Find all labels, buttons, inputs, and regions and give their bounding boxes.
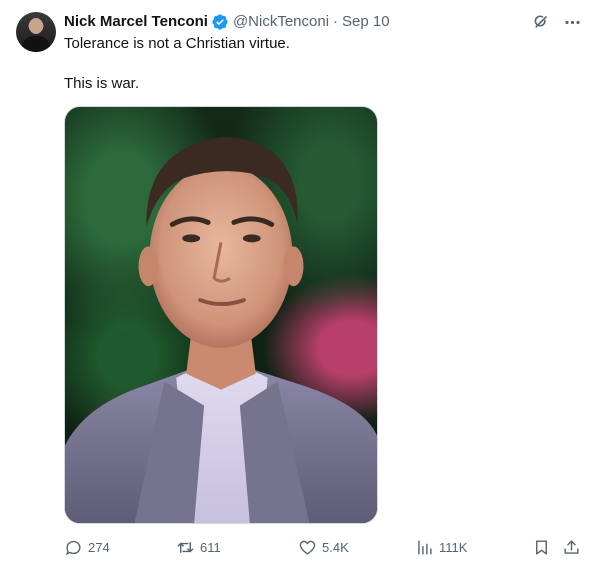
more-icon[interactable]: [562, 12, 582, 32]
tweet-text-line: Tolerance is not a Christian virtue.: [64, 35, 290, 52]
avatar[interactable]: [16, 12, 56, 52]
views-count: 111K: [439, 539, 468, 555]
tweet: Nick Marcel Tenconi @NickTenconi · Sep 1…: [0, 0, 598, 570]
bookmark-button[interactable]: [532, 536, 551, 558]
heart-icon: [299, 540, 316, 555]
top-actions: [530, 12, 582, 32]
views-button[interactable]: 111K: [415, 536, 467, 558]
author-display-name[interactable]: Nick Marcel Tenconi: [64, 12, 208, 32]
bookmark-icon: [536, 539, 547, 555]
like-count: 5.4K: [322, 539, 349, 555]
reply-icon: [65, 540, 81, 555]
reply-count: 274: [88, 539, 110, 555]
tweet-header: Nick Marcel Tenconi @NickTenconi · Sep 1…: [64, 12, 390, 32]
like-button[interactable]: 5.4K: [298, 536, 349, 558]
separator-dot: ·: [333, 13, 339, 30]
author-handle[interactable]: @NickTenconi: [233, 12, 329, 32]
tweet-photo[interactable]: [64, 106, 378, 524]
tweet-text: Tolerance is not a Christian virtue. Thi…: [64, 34, 574, 94]
verified-badge-icon[interactable]: [211, 13, 229, 31]
tweet-date[interactable]: Sep 10: [342, 12, 390, 32]
reply-button[interactable]: 274: [64, 536, 110, 558]
repost-button[interactable]: 611: [176, 536, 221, 558]
repost-icon: [177, 541, 194, 553]
tweet-text-line: This is war.: [64, 75, 140, 92]
share-button[interactable]: [562, 536, 581, 558]
grok-icon[interactable]: [530, 12, 550, 32]
views-icon: [418, 539, 432, 555]
share-icon: [564, 539, 579, 554]
tweet-actions: 274 611 5.4K 111K: [64, 536, 584, 558]
repost-count: 611: [200, 539, 221, 555]
